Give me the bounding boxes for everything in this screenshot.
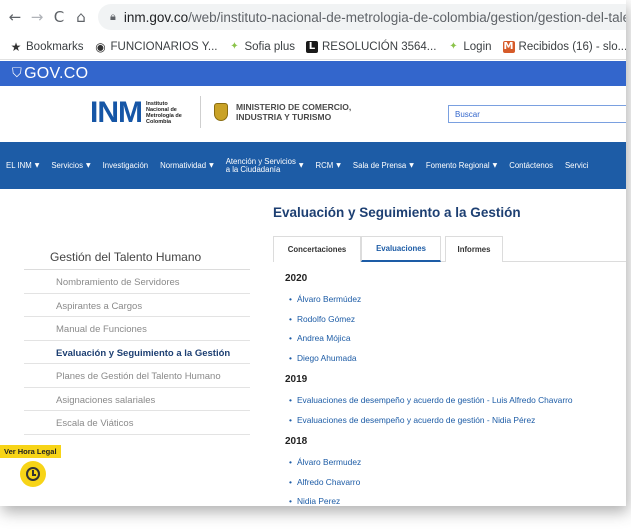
bookmark-label: Sofia plus: [244, 40, 295, 53]
lock-icon: 🔒︎: [110, 10, 116, 23]
gov-co-bar: ⛉ GOV.CO: [0, 61, 626, 86]
gov-shield-icon: ⛉: [12, 66, 23, 81]
sidebar-item[interactable]: Nombramiento de Servidores: [24, 270, 250, 294]
sidebar-title: Gestión del Talento Humano: [50, 250, 202, 264]
nav-item[interactable]: RCM ▼: [315, 160, 341, 170]
bookmark-item[interactable]: M Recibidos (16) - slo...: [502, 40, 626, 53]
gov-co-label[interactable]: GOV.CO: [24, 65, 88, 83]
back-icon[interactable]: ←: [4, 6, 26, 28]
sofia-icon: ✦: [230, 41, 239, 52]
document-icon: L: [305, 40, 318, 53]
nav-item-label: Atención y Servicios a la Ciudadanía: [225, 156, 296, 174]
nav-item[interactable]: Normatividad ▼: [160, 160, 214, 170]
tab-informes[interactable]: Informes: [445, 236, 503, 262]
content-tabs: Concertaciones Evaluaciones Informes: [273, 236, 626, 262]
sidebar-item[interactable]: Aspirantes a Cargos: [24, 294, 250, 317]
sidebar-item[interactable]: Asignaciones salariales: [24, 388, 250, 411]
inm-logo-subtitle: Instituto Nacional de Metrología de Colo…: [146, 101, 182, 125]
sidebar-item[interactable]: Planes de Gestión del Talento Humano: [24, 364, 250, 388]
nav-item-label: Investigación: [102, 160, 149, 170]
nav-item[interactable]: Servicios ▼: [51, 160, 91, 170]
evaluation-link[interactable]: Evaluaciones de desempeño y acuerdo de g…: [289, 395, 573, 405]
home-icon[interactable]: ⌂: [70, 6, 92, 28]
browser-window: ← → C ⌂ 🔒︎ inm.gov.co/web/instituto-naci…: [0, 0, 626, 506]
chevron-down-icon: ▼: [492, 161, 498, 169]
hora-legal-button[interactable]: [20, 461, 46, 487]
sofia-icon: ✦: [449, 41, 458, 52]
bookmark-label: Login: [463, 40, 492, 53]
sidebar-menu: Nombramiento de Servidores Aspirantes a C…: [24, 269, 250, 435]
url-path: /web/instituto-nacional-de-metrologia-de…: [188, 9, 626, 25]
search-input[interactable]: Buscar: [448, 105, 626, 123]
header-divider: [200, 96, 201, 128]
star-icon: ★: [10, 39, 22, 54]
main-nav: EL INM ▼ Servicios ▼ Investigación Normativid…: [0, 142, 626, 189]
nav-item-label: Servicios: [51, 160, 83, 170]
nav-item[interactable]: Investigación: [102, 160, 149, 170]
inm-logo-letters: INM: [90, 96, 143, 129]
bookmarks-bar: ★ Bookmarks ◉ FUNCIONARIOS Y... ✦ Sofia plus L…: [0, 34, 626, 60]
forward-icon[interactable]: →: [26, 6, 48, 28]
evaluation-link[interactable]: Andrea Mójica: [289, 333, 351, 343]
year-heading: 2020: [285, 273, 308, 284]
nav-item[interactable]: Servici: [564, 160, 589, 170]
page-title: Evaluación y Seguimiento a la Gestión: [273, 205, 521, 220]
url-host: inm.gov.co: [123, 9, 189, 25]
evaluation-link[interactable]: Álvaro Bermúdez: [289, 294, 361, 304]
nav-item[interactable]: Atención y Servicios a la Ciudadanía ▼: [225, 156, 304, 174]
chevron-down-icon: ▼: [298, 161, 304, 169]
nav-item[interactable]: Fomento Regional ▼: [425, 160, 498, 170]
nav-item-label: Contáctenos: [509, 160, 553, 170]
evaluation-link[interactable]: Diego Ahumada: [289, 353, 357, 363]
evaluation-link[interactable]: Evaluaciones de desempeño y acuerdo de g…: [289, 415, 535, 425]
chevron-down-icon: ▼: [409, 161, 414, 169]
sidebar-item[interactable]: Evaluación y Seguimiento a la Gestión: [24, 341, 250, 364]
inm-logo[interactable]: INM Instituto Nacional de Metrología de …: [90, 96, 192, 129]
tab-concertaciones[interactable]: Concertaciones: [273, 236, 361, 262]
evaluation-link[interactable]: Rodolfo Gómez: [289, 314, 355, 324]
nav-item-label: RCM: [315, 160, 334, 170]
chevron-down-icon: ▼: [85, 161, 91, 169]
ministry-line-1: MINISTERIO DE COMERCIO,: [236, 102, 352, 112]
coat-of-arms-icon: [214, 103, 228, 121]
clock-icon: [26, 467, 40, 481]
globe-icon: ◉: [95, 39, 106, 54]
nav-item-label: Sala de Prensa: [352, 160, 407, 170]
bookmark-item[interactable]: L RESOLUCIÓN 3564...: [305, 40, 437, 53]
bookmark-label: RESOLUCIÓN 3564...: [321, 40, 437, 53]
chevron-down-icon: ▼: [336, 161, 341, 169]
nav-item[interactable]: Contáctenos: [509, 160, 553, 170]
chevron-down-icon: ▼: [209, 161, 214, 169]
nav-item-label: Fomento Regional: [425, 160, 490, 170]
bookmark-label: Bookmarks: [26, 40, 84, 53]
year-heading: 2019: [285, 374, 308, 385]
ministry-line-2: INDUSTRIA Y TURISMO: [236, 112, 332, 122]
site-header: INM Instituto Nacional de Metrología de …: [0, 86, 626, 142]
bookmark-label: FUNCIONARIOS Y...: [110, 40, 218, 53]
year-heading: 2018: [285, 436, 308, 447]
nav-item-label: Servici: [564, 160, 589, 170]
sidebar-item[interactable]: Manual de Funciones: [24, 317, 250, 341]
nav-item-label: EL INM: [6, 160, 32, 170]
tab-evaluaciones[interactable]: Evaluaciones: [361, 236, 441, 262]
nav-item-label: Normatividad: [160, 160, 207, 170]
bookmark-item[interactable]: ◉ FUNCIONARIOS Y...: [95, 39, 218, 54]
evaluation-link[interactable]: Alfredo Chavarro: [289, 477, 360, 487]
url-bar[interactable]: 🔒︎ inm.gov.co/web/instituto-nacional-de-…: [98, 4, 626, 30]
address-bar-row: ← → C ⌂ 🔒︎ inm.gov.co/web/instituto-naci…: [0, 0, 626, 34]
mail-icon: M: [502, 40, 515, 53]
evaluation-link[interactable]: Álvaro Bermudez: [289, 457, 361, 467]
evaluation-link[interactable]: Nidia Perez: [289, 496, 340, 506]
nav-item[interactable]: EL INM ▼: [6, 160, 40, 170]
bookmark-item[interactable]: ★ Bookmarks: [10, 39, 84, 54]
nav-item[interactable]: Sala de Prensa ▼: [352, 160, 414, 170]
sidebar-item[interactable]: Escala de Viáticos: [24, 411, 250, 435]
ministry-logo[interactable]: MINISTERIO DE COMERCIO, INDUSTRIA Y TURI…: [236, 102, 351, 122]
reload-icon[interactable]: C: [48, 6, 70, 28]
bookmark-item[interactable]: ✦ Login: [447, 41, 491, 53]
bookmark-label: Recibidos (16) - slo...: [518, 40, 626, 53]
bookmark-item[interactable]: ✦ Sofia plus: [228, 41, 295, 53]
hora-legal-badge[interactable]: Ver Hora Legal: [0, 445, 61, 458]
chevron-down-icon: ▼: [34, 161, 40, 169]
